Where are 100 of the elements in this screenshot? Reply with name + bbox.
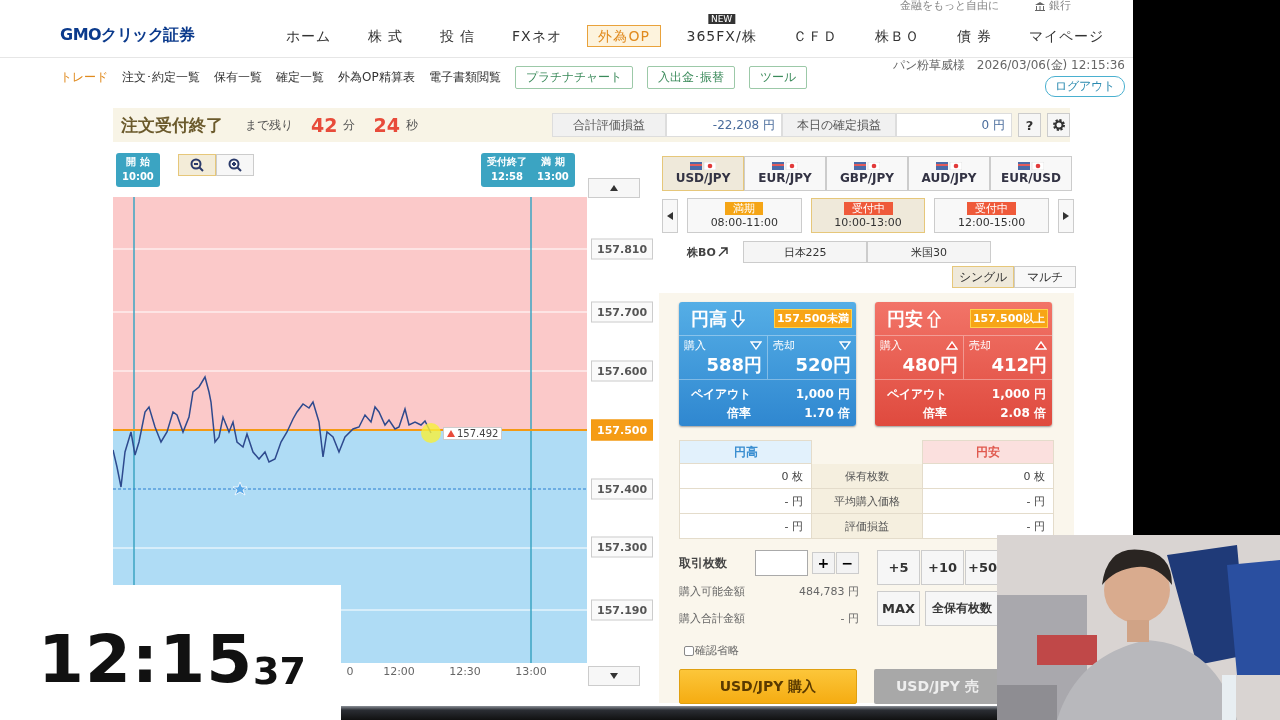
scroll-up-button[interactable]: [588, 178, 640, 198]
buy-button[interactable]: USD/JPY 購入: [679, 669, 857, 704]
flag-icon: [936, 162, 962, 170]
option-card[interactable]: 円高 157.500未満 購入 588円 売却 520円 ペイアウト 1,000 円 倍率 1.70 倍: [679, 302, 856, 426]
star-icon: [232, 481, 248, 496]
help-button[interactable]: ?: [1018, 113, 1041, 137]
bank-link[interactable]: 銀行: [1049, 0, 1071, 12]
rate-value: 2.08 倍: [1000, 405, 1046, 422]
nav-tab[interactable]: マイページ: [1017, 24, 1115, 47]
rate-value: 1.70 倍: [804, 405, 850, 422]
subnav-link[interactable]: 注文･約定一覧: [122, 68, 200, 86]
flag-time: 13:00: [537, 171, 569, 182]
left-caret-icon: [665, 210, 675, 221]
nav-tab[interactable]: FXネオ: [501, 24, 573, 47]
quantity-preset-button[interactable]: +50: [965, 550, 998, 585]
flag-time: 10:00: [122, 171, 154, 182]
user-name: パン粉草威様: [892, 57, 965, 74]
row-label: 保有枚数: [812, 464, 922, 489]
right-caret-icon: [1061, 210, 1071, 221]
index-button[interactable]: 日本225: [743, 241, 867, 263]
down-arrow-icon: [731, 309, 745, 328]
flag-title: 開 始: [126, 155, 150, 169]
session-button[interactable]: 受付中 12:00-15:00: [934, 198, 1050, 233]
all-holdings-button[interactable]: 全保有枚数: [925, 591, 998, 626]
mode-tab[interactable]: マルチ: [1014, 266, 1076, 288]
nav-tab[interactable]: 債 券: [945, 24, 1004, 47]
quantity-field[interactable]: [754, 550, 808, 576]
sell-label: 売却: [969, 338, 991, 353]
index-button[interactable]: 米国30: [867, 241, 991, 263]
row-label: 評価損益: [812, 514, 922, 539]
subnav-link[interactable]: 外為OP精算表: [338, 68, 415, 86]
pair-tab[interactable]: EUR/JPY: [744, 156, 826, 191]
subnav-button[interactable]: 入出金･振替: [646, 65, 735, 89]
available-label: 購入可能金額: [679, 584, 745, 599]
nav-tab[interactable]: ホーム: [275, 24, 342, 47]
session-time: 12:00-15:00: [958, 216, 1026, 229]
sell-label: 売却: [773, 338, 795, 353]
subnav-button[interactable]: プラチナチャート: [514, 65, 633, 89]
seconds-unit: 秒: [405, 116, 418, 134]
subnav-link[interactable]: 保有一覧: [214, 68, 262, 86]
pair-tab[interactable]: USD/JPY: [662, 156, 744, 191]
quantity-preset-button[interactable]: +5: [877, 550, 920, 585]
sell-price: 412円: [991, 353, 1047, 377]
option-card[interactable]: 円安 157.500以上 購入 480円 売却 412円 ペイアウト 1,000 円 倍率 2.08 倍: [875, 302, 1052, 426]
mode-tab[interactable]: シングル: [952, 266, 1014, 288]
sell-price: 520円: [795, 353, 851, 377]
zoom-in-icon: [228, 158, 242, 172]
time-label: 12:00: [383, 665, 415, 678]
today-pl-label: 本日の確定損益: [782, 113, 896, 137]
payout-label: ペイアウト: [887, 386, 947, 403]
nav-tab[interactable]: 365FX/株: [675, 24, 768, 47]
pair-tab[interactable]: EUR/USD: [990, 156, 1072, 191]
tagline: 金融をもっと自由に: [900, 0, 999, 12]
zoom-in-button[interactable]: [216, 154, 254, 176]
nav-tab[interactable]: 投 信: [428, 24, 487, 47]
prev-button[interactable]: [662, 198, 678, 233]
subnav-link[interactable]: 確定一覧: [276, 68, 324, 86]
session-time: 08:00-11:00: [710, 216, 778, 229]
seconds-value: 24: [373, 114, 400, 136]
minus-button[interactable]: −: [835, 552, 859, 574]
up-caret-icon: [609, 183, 619, 193]
payout-value: 1,000 円: [795, 386, 850, 403]
pair-tab[interactable]: AUD/JPY: [908, 156, 990, 191]
flag-icon: [690, 162, 716, 170]
minutes-value: 42: [311, 114, 338, 136]
pair-tab[interactable]: GBP/JPY: [826, 156, 908, 191]
zoom-out-button[interactable]: [178, 154, 216, 176]
settings-button[interactable]: [1047, 113, 1070, 137]
nav-tab[interactable]: 株ＢＯ: [864, 24, 932, 47]
rate-label: 倍率: [727, 405, 751, 422]
today-pl-value: 0 円: [896, 113, 1012, 137]
scroll-down-button[interactable]: [588, 666, 640, 686]
next-button[interactable]: [1058, 198, 1074, 233]
threshold-badge: 157.500未満: [773, 309, 852, 328]
checkbox[interactable]: [684, 645, 694, 656]
session-button[interactable]: 受付中 10:00-13:00: [810, 198, 926, 233]
down-triangle-icon: [750, 341, 762, 350]
table-cell: - 円: [922, 489, 1054, 514]
up-triangle-icon: [946, 341, 958, 350]
nav-tab[interactable]: ＣＦＤ: [782, 24, 850, 47]
buy-price: 588円: [706, 353, 762, 377]
nav-tab[interactable]: 株 式: [356, 24, 415, 47]
table-cell: - 円: [922, 514, 1054, 539]
rate-label: 倍率: [923, 405, 947, 422]
current-price-dot: [421, 423, 441, 443]
subnav-link[interactable]: 電子書類閲覧: [428, 68, 501, 86]
flag-icon: [854, 162, 880, 170]
subnav-button[interactable]: ツール: [748, 65, 807, 89]
payout-value: 1,000 円: [991, 386, 1046, 403]
plus-button[interactable]: +: [811, 552, 835, 574]
time-label: 13:00: [515, 665, 547, 678]
session-button[interactable]: 満期 08:00-11:00: [686, 198, 802, 233]
quantity-preset-button[interactable]: +10: [921, 550, 964, 585]
max-button[interactable]: MAX: [877, 591, 920, 626]
price-label: 157.300: [591, 536, 654, 558]
logout-button[interactable]: ログアウト: [1045, 76, 1125, 97]
current-price: 157.492: [457, 428, 499, 439]
stock-bo-link[interactable]: 株BO: [687, 244, 716, 260]
buy-label: 購入: [684, 338, 706, 353]
table-cell: - 円: [679, 489, 812, 514]
